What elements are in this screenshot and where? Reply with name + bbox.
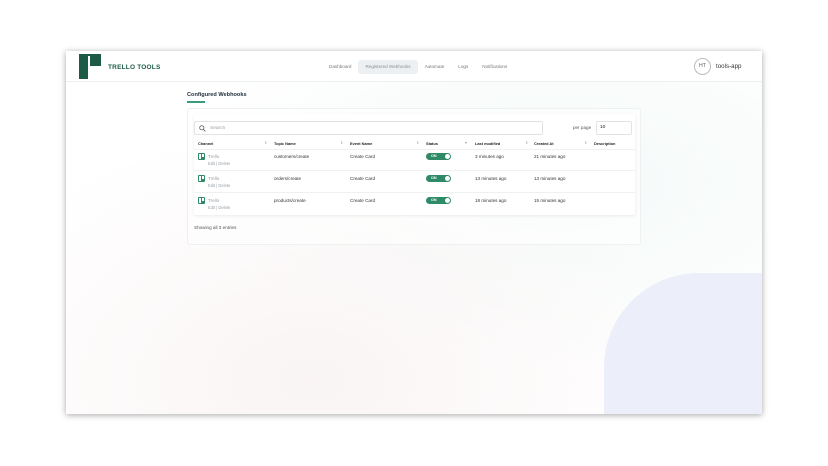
- sort-descending-icon[interactable]: ▾: [465, 140, 467, 145]
- toggle-knob: [445, 176, 450, 181]
- row-actions: Edit | Delete: [208, 205, 230, 210]
- column-header-topic-name[interactable]: Topic Name: [274, 141, 296, 146]
- last-modified-cell: 13 minutes ago: [475, 176, 507, 181]
- search-field[interactable]: [194, 121, 543, 135]
- nav-item-dashboard[interactable]: Dashboard: [322, 60, 358, 74]
- toggle-knob: [445, 154, 450, 159]
- event-name-cell: Create Card: [350, 154, 376, 159]
- trello-icon: [198, 175, 205, 182]
- search-input[interactable]: [210, 123, 530, 134]
- delete-link[interactable]: Delete: [218, 183, 230, 188]
- status-toggle-label: ON: [431, 198, 437, 202]
- edit-link[interactable]: Edit: [208, 205, 215, 210]
- sort-icon[interactable]: ⇕: [340, 140, 343, 145]
- app-name[interactable]: tools-app: [716, 63, 741, 70]
- app-window: TRELLO TOOLS Dashboard Registered Webhoo…: [66, 51, 762, 414]
- delete-link[interactable]: Delete: [218, 205, 230, 210]
- channel-name: Trello: [208, 176, 220, 181]
- last-modified-cell: 18 minutes ago: [475, 198, 507, 203]
- row-actions: Edit | Delete: [208, 183, 230, 188]
- brand-name: TRELLO TOOLS: [108, 64, 161, 71]
- entries-count: Showing all 3 entries: [194, 225, 237, 230]
- row-actions: Edit | Delete: [208, 161, 230, 166]
- nav-item-registered-webhooks[interactable]: Registered Webhooks: [358, 60, 418, 74]
- top-header: TRELLO TOOLS Dashboard Registered Webhoo…: [66, 51, 762, 82]
- status-toggle[interactable]: ON: [426, 175, 451, 182]
- column-header-event-name[interactable]: Event Name: [350, 141, 372, 146]
- title-underline: [187, 101, 205, 103]
- per-page-input[interactable]: 10: [596, 121, 632, 135]
- channel-name: Trello: [208, 198, 220, 203]
- event-name-cell: Create Card: [350, 198, 376, 203]
- nav-item-logs[interactable]: Logs: [451, 60, 475, 74]
- sort-icon[interactable]: ⇕: [264, 140, 267, 145]
- column-header-created-at[interactable]: Created At: [534, 141, 554, 146]
- topic-name-cell: customers/create: [274, 154, 310, 159]
- edit-link[interactable]: Edit: [208, 161, 215, 166]
- page-title: Configured Webhooks: [187, 92, 247, 98]
- row-divider: [194, 192, 635, 193]
- sort-icon[interactable]: ⇕: [584, 140, 587, 145]
- toggle-knob: [445, 198, 450, 203]
- column-header-status[interactable]: Status: [426, 141, 438, 146]
- sort-icon[interactable]: ⇕: [525, 140, 528, 145]
- header-divider: [194, 149, 635, 150]
- event-name-cell: Create Card: [350, 176, 376, 181]
- column-header-last-modified[interactable]: Last modified: [475, 141, 500, 146]
- search-icon: [199, 125, 206, 132]
- status-toggle-label: ON: [431, 176, 437, 180]
- status-toggle-label: ON: [431, 154, 437, 158]
- created-at-cell: 13 minutes ago: [534, 176, 566, 181]
- created-at-cell: 21 minutes ago: [534, 154, 566, 159]
- nav-item-automate[interactable]: Automate: [418, 60, 452, 74]
- trello-icon: [198, 153, 205, 160]
- column-header-description[interactable]: Description: [594, 141, 615, 146]
- topic-name-cell: orders/create: [274, 176, 302, 181]
- user-avatar[interactable]: HT: [694, 58, 711, 75]
- status-toggle[interactable]: ON: [426, 197, 451, 204]
- trello-icon: [198, 197, 205, 204]
- row-divider: [194, 170, 635, 171]
- nav-item-notifications[interactable]: Notifications: [475, 60, 514, 74]
- column-header-channel[interactable]: Channel: [198, 141, 213, 146]
- last-modified-cell: 3 minutes ago: [475, 154, 504, 159]
- status-toggle[interactable]: ON: [426, 153, 451, 160]
- main-nav: Dashboard Registered Webhooks Automate L…: [322, 60, 514, 74]
- created-at-cell: 15 minutes ago: [534, 198, 566, 203]
- sort-icon[interactable]: ⇕: [416, 140, 419, 145]
- delete-link[interactable]: Delete: [218, 161, 230, 166]
- topic-name-cell: products/create: [274, 198, 306, 203]
- trello-tools-logo-icon: [79, 54, 101, 79]
- edit-link[interactable]: Edit: [208, 183, 215, 188]
- per-page-label: per page: [573, 125, 592, 130]
- channel-name: Trello: [208, 154, 220, 159]
